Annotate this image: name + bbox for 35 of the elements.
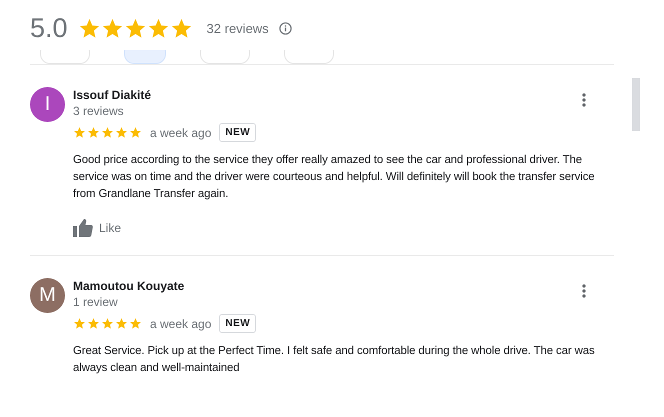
reviewer-name[interactable]: Issouf Diakité [73, 87, 614, 103]
star-icon [146, 16, 170, 40]
reviewer-name[interactable]: Mamoutou Kouyate [73, 278, 614, 294]
review-count: 32 reviews [206, 20, 269, 36]
star-icon [101, 126, 114, 139]
avatar[interactable]: I [30, 87, 65, 122]
like-button[interactable]: Like [73, 219, 122, 237]
more-options-button[interactable] [580, 91, 588, 109]
star-icon [129, 317, 142, 330]
star-icon [170, 16, 193, 40]
star-icon [73, 317, 86, 330]
star-icon [78, 16, 101, 40]
new-badge: NEW [219, 314, 256, 333]
thumbs-up-icon [73, 219, 93, 237]
star-icon [73, 126, 86, 139]
info-icon [278, 22, 292, 34]
new-badge: NEW [219, 123, 256, 142]
star-icon [87, 317, 100, 330]
avatar[interactable]: M [30, 278, 65, 313]
more-options-button[interactable] [580, 282, 588, 300]
star-icon [115, 317, 128, 330]
review-time: a week ago [150, 316, 212, 330]
scrollbar[interactable] [632, 78, 640, 131]
star-icon [100, 16, 124, 40]
star-icon [115, 126, 128, 139]
star-icon [129, 126, 142, 139]
star-icon [87, 126, 100, 139]
reviewer-review-count: 3 reviews [73, 103, 125, 119]
star-icon [124, 16, 147, 40]
rating-score: 5.0 [30, 12, 68, 44]
review-text: Good price according to the service they offer really amazed to see the car and professional driver. The service was on time and the driver were courteous and helpful. Will definitely will book the transfer service from Grandlane Transfer again. [73, 153, 596, 202]
reviewer-review-count: 1 review [73, 294, 119, 310]
star-icon [101, 317, 114, 330]
review-time: a week ago [150, 126, 212, 140]
review-text: Great Service. Pick up at the Perfect Time. I felt safe and comfortable during the whole drive. The car was always clean and well-maintained [73, 344, 596, 376]
